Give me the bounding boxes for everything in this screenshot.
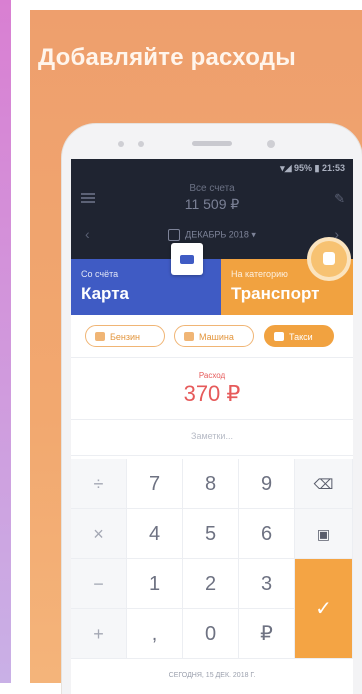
promo-headline: Добавляйте расходы: [38, 44, 296, 71]
chip-fuel[interactable]: Бензин: [85, 325, 165, 347]
speaker-grille: [192, 141, 232, 146]
status-bar: ▾◢ 95% ▮ 21:53: [280, 163, 345, 173]
from-account-caption: Со счёта: [81, 269, 119, 279]
chip-taxi[interactable]: Такси: [264, 325, 334, 347]
backspace-icon[interactable]: ⌫: [295, 459, 353, 509]
balance-value: 11 509 ₽: [184, 196, 240, 212]
chip-car[interactable]: Машина: [174, 325, 254, 347]
divider: [71, 357, 353, 358]
digit-key[interactable]: 5: [183, 509, 239, 559]
app-screen: ▾◢ 95% ▮ 21:53 ✎ Все счета 11 509 ₽ ‹ ДЕ…: [71, 159, 353, 694]
balance-label: Все счета: [189, 183, 235, 194]
digit-key[interactable]: 2: [183, 559, 239, 609]
digit-key[interactable]: 8: [183, 459, 239, 509]
amount-label: Расход: [198, 371, 226, 380]
bus-icon: [311, 241, 347, 277]
divider: [71, 419, 353, 420]
to-category-name: Транспорт: [231, 284, 320, 303]
phone-frame: ▾◢ 95% ▮ 21:53 ✎ Все счета 11 509 ₽ ‹ ДЕ…: [62, 124, 362, 694]
amount-value[interactable]: 370 ₽: [71, 381, 353, 407]
fuel-icon: [95, 332, 105, 341]
calendar-icon: [168, 229, 181, 241]
taxi-icon: [274, 332, 284, 341]
subcategory-chips: Бензин Машина Такси: [71, 321, 353, 351]
minus-key[interactable]: −: [71, 559, 127, 609]
period-selector[interactable]: ДЕКАБРЬ 2018 ▾: [71, 229, 353, 241]
plus-key[interactable]: +: [71, 609, 127, 659]
wallet-icon: [171, 243, 203, 275]
check-icon[interactable]: ✓: [295, 559, 353, 659]
digit-key[interactable]: 1: [127, 559, 183, 609]
keypad: ÷ 7 8 9 ⌫ × 4 5 6 ▣ − 1 2 3 ✓ + , 0 ₽: [71, 459, 353, 669]
divide-key[interactable]: ÷: [71, 459, 127, 509]
header-bar: ▾◢ 95% ▮ 21:53 ✎ Все счета 11 509 ₽ ‹ ДЕ…: [71, 159, 353, 259]
digit-key[interactable]: 4: [127, 509, 183, 559]
date-footer[interactable]: СЕГОДНЯ, 15 ДЕК. 2018 Г.: [71, 672, 353, 679]
comma-key[interactable]: ,: [127, 609, 183, 659]
currency-key[interactable]: ₽: [239, 609, 295, 659]
digit-key[interactable]: 9: [239, 459, 295, 509]
digit-key[interactable]: 3: [239, 559, 295, 609]
divider: [71, 455, 353, 456]
calendar-icon[interactable]: ▣: [295, 509, 353, 559]
chip-label: Такси: [289, 332, 313, 342]
digit-key[interactable]: 0: [183, 609, 239, 659]
sensor-dot: [138, 141, 144, 147]
note-field[interactable]: Заметки...: [71, 431, 353, 441]
period-label: ДЕКАБРЬ 2018 ▾: [185, 229, 256, 240]
sensor-dot: [118, 141, 124, 147]
to-category-caption: На категорию: [231, 269, 288, 279]
next-period-icon[interactable]: ›: [334, 226, 339, 242]
car-icon: [184, 332, 194, 341]
phone-top-bezel: [62, 124, 362, 154]
multiply-key[interactable]: ×: [71, 509, 127, 559]
digit-key[interactable]: 7: [127, 459, 183, 509]
front-camera: [267, 140, 275, 148]
left-strip-decoration: [0, 0, 11, 683]
chip-label: Бензин: [110, 332, 141, 342]
from-account-name: Карта: [81, 284, 129, 303]
digit-key[interactable]: 6: [239, 509, 295, 559]
chip-label: Машина: [199, 332, 234, 342]
